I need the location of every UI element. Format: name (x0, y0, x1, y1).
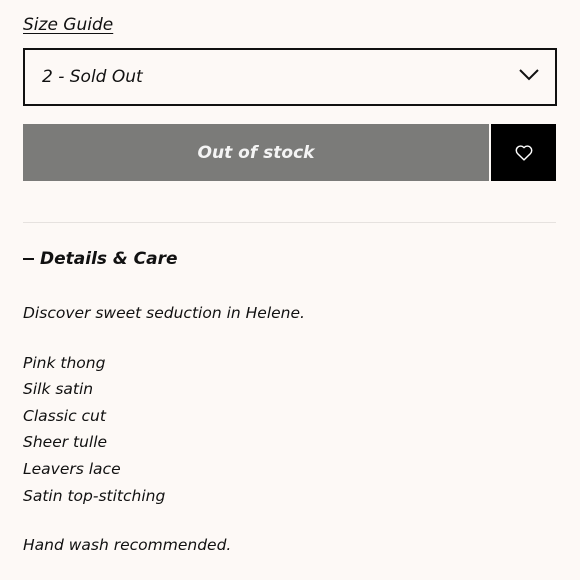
care-instructions: Hand wash recommended. (23, 536, 232, 555)
feature-item: Classic cut (23, 406, 106, 425)
product-intro: Discover sweet seduction in Helene. (23, 304, 305, 322)
heart-icon (515, 144, 532, 161)
feature-item: Satin top-stitching (23, 486, 166, 505)
details-care-title: Details & Care (40, 249, 178, 269)
feature-item: Pink thong (23, 353, 106, 372)
feature-item: Sheer tulle (23, 433, 108, 452)
chevron-down-icon (519, 69, 539, 81)
divider (23, 222, 556, 223)
out-of-stock-label: Out of stock (197, 142, 315, 163)
wishlist-button[interactable] (491, 124, 556, 181)
out-of-stock-button[interactable]: Out of stock (23, 124, 489, 181)
details-care-content: Discover sweet seduction in Helene. Pink… (23, 300, 305, 559)
feature-item: Leavers lace (23, 459, 121, 478)
size-guide-link[interactable]: Size Guide (23, 15, 113, 35)
details-care-toggle[interactable]: Details & Care (23, 249, 178, 269)
feature-item: Silk satin (23, 380, 94, 399)
size-select-value: 2 - Sold Out (42, 67, 143, 87)
size-select[interactable]: 2 - Sold Out (23, 48, 557, 106)
collapse-icon (23, 258, 34, 260)
